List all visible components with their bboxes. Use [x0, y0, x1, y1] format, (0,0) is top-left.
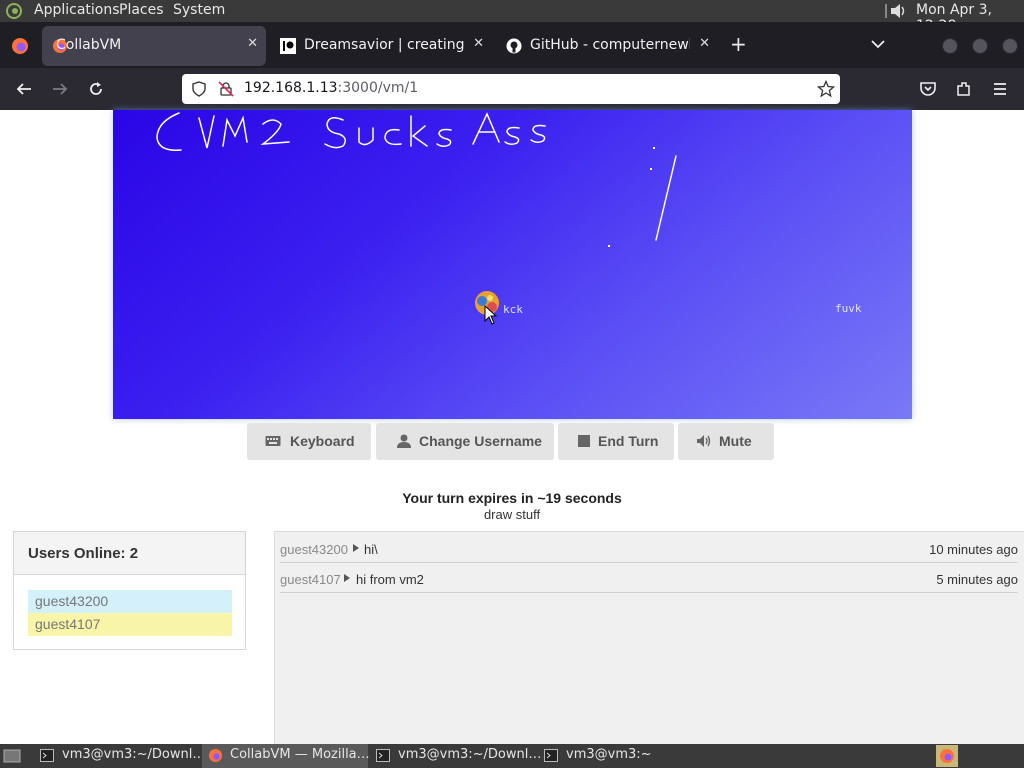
close-tab-icon[interactable]: ✕	[473, 36, 484, 51]
taskbar-item-active[interactable]: CollabVM — Mozilla…	[202, 744, 370, 768]
stop-icon	[578, 435, 590, 447]
chat-timestamp: 10 minutes ago	[929, 542, 1018, 557]
url-bar[interactable]: 192.168.1.13:3000/vm/1	[182, 74, 840, 104]
chat-message-row: guest43200 hi\ 10 minutes ago	[280, 534, 1018, 563]
mute-button[interactable]: Mute	[678, 423, 774, 460]
chevron-down-icon[interactable]	[870, 36, 886, 52]
volume-icon[interactable]	[884, 2, 908, 20]
change-username-button[interactable]: Change Username	[376, 423, 554, 460]
taskbar-item[interactable]: vm3@vm3:~	[538, 744, 704, 768]
url-path: :3000/vm/1	[337, 80, 419, 96]
chat-message-row: guest4107 hi from vm2 5 minutes ago	[280, 564, 1018, 593]
user-list-item[interactable]: guest43200	[28, 590, 232, 613]
mute-label: Mute	[719, 433, 752, 449]
vm-drawing-scribbles	[156, 112, 677, 247]
back-arrow-icon[interactable]	[15, 80, 33, 98]
url-host: 192.168.1.13	[244, 80, 338, 96]
show-desktop-icon[interactable]	[3, 748, 21, 764]
caret-right-icon	[353, 544, 359, 552]
chat-message-text: hi from vm2	[356, 572, 424, 587]
taskbar-item[interactable]: vm3@vm3:~/Downl…	[34, 744, 205, 768]
places-menu[interactable]: Places	[119, 2, 164, 18]
speaker-icon	[697, 435, 711, 447]
vm-motd-text: draw stuff	[483, 507, 541, 522]
change-username-label: Change Username	[419, 433, 542, 449]
chat-message-text: hi\	[364, 542, 378, 557]
taskbar-item-label: CollabVM — Mozilla…	[230, 747, 370, 762]
taskbar-item[interactable]: vm3@vm3:~/Downl…	[370, 744, 541, 768]
caret-right-icon	[344, 574, 350, 582]
vm-display-canvas[interactable]: kck fuvk	[113, 110, 912, 419]
user-icon	[397, 434, 411, 448]
keyboard-button[interactable]: Keyboard	[247, 423, 371, 460]
end-turn-label: End Turn	[598, 433, 659, 449]
reload-icon[interactable]	[87, 80, 105, 98]
chat-username[interactable]: guest4107	[280, 572, 341, 587]
new-tab-icon[interactable]: +	[730, 34, 747, 54]
system-menu[interactable]: System	[173, 2, 225, 18]
username: guest43200	[35, 593, 109, 609]
extensions-puzzle-icon[interactable]	[955, 80, 973, 98]
terminal-icon	[376, 749, 390, 762]
tab-label: CollabVM	[56, 37, 122, 53]
distro-logo-icon[interactable]	[6, 3, 22, 19]
patreon-icon	[280, 38, 296, 54]
taskbar-item-label: vm3@vm3:~/Downl…	[62, 747, 206, 762]
chat-timestamp: 5 minutes ago	[936, 572, 1018, 587]
insecure-lock-icon[interactable]	[218, 81, 234, 97]
end-turn-button[interactable]: End Turn	[558, 423, 674, 460]
tab-collabvm[interactable]: CollabVM ✕	[42, 26, 266, 66]
close-window-button[interactable]	[1002, 38, 1018, 54]
turn-timer-text: Your turn expires in ~19 seconds	[402, 490, 622, 506]
turn-status: Your turn expires in ~19 seconds draw st…	[0, 490, 1024, 522]
firefox-view-icon[interactable]	[10, 36, 30, 56]
chat-username[interactable]: guest43200	[280, 542, 348, 557]
user-list-item[interactable]: guest4107	[28, 613, 232, 636]
users-online-header: Users Online: 2	[14, 532, 245, 575]
terminal-icon	[544, 749, 558, 762]
close-tab-icon[interactable]: ✕	[247, 36, 258, 51]
url-text[interactable]: 192.168.1.13:3000/vm/1	[244, 80, 418, 96]
applications-menu[interactable]: Applications	[34, 2, 120, 18]
github-icon	[506, 38, 522, 54]
mouse-pointer-icon	[484, 305, 498, 325]
tab-dreamsavior[interactable]: Dreamsavior | creating Gam ✕	[270, 26, 492, 66]
tab-label: Dreamsavior | creating Gam	[304, 37, 464, 53]
desktop-icon-label: fuvk	[835, 302, 862, 315]
tab-github[interactable]: GitHub - computernewb/coll ✕	[496, 26, 718, 66]
bookmark-star-icon[interactable]	[817, 80, 835, 98]
forward-arrow-icon[interactable]	[51, 80, 69, 98]
minimize-window-button[interactable]	[942, 38, 958, 54]
username: guest4107	[35, 616, 101, 632]
firefox-icon	[940, 749, 954, 763]
nav-bar: 192.168.1.13:3000/vm/1	[0, 68, 1024, 110]
keyboard-button-label: Keyboard	[290, 433, 355, 449]
users-online-panel: Users Online: 2 guest43200 guest4107	[13, 531, 246, 650]
hamburger-menu-icon[interactable]	[991, 80, 1009, 98]
tab-label: GitHub - computernewb/coll	[530, 37, 690, 53]
tab-strip: CollabVM ✕ Dreamsavior | creating Gam ✕ …	[0, 22, 1024, 68]
chat-panel[interactable]: guest43200 hi\ 10 minutes ago guest4107 …	[274, 531, 1024, 744]
top-panel: Applications Places System Mon Apr 3, 12…	[0, 0, 1024, 34]
workspace-switcher[interactable]	[936, 745, 958, 767]
taskbar: vm3@vm3:~/Downl… CollabVM — Mozilla… vm3…	[0, 744, 1024, 768]
close-tab-icon[interactable]: ✕	[699, 36, 710, 51]
terminal-icon	[40, 749, 54, 762]
taskbar-item-label: vm3@vm3:~/Downl…	[398, 747, 542, 762]
taskbar-item-label: vm3@vm3:~	[566, 747, 652, 762]
pocket-icon[interactable]	[919, 80, 937, 98]
keyboard-icon	[265, 436, 281, 446]
firefox-icon	[208, 748, 223, 763]
shield-icon[interactable]	[191, 81, 207, 97]
maximize-window-button[interactable]	[972, 38, 988, 54]
desktop-icon-label: kck	[503, 303, 523, 316]
